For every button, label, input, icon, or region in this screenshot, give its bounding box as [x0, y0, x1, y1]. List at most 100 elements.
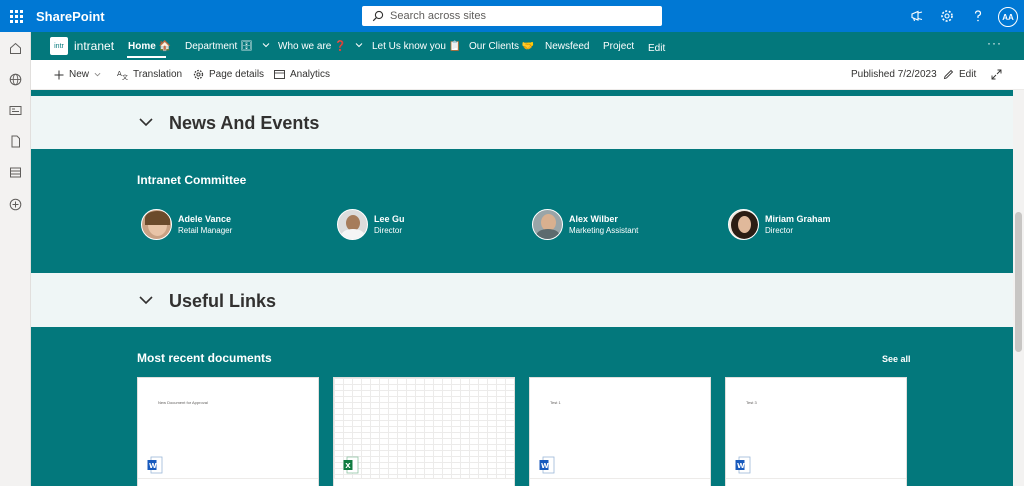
excel-file-icon: X: [343, 456, 359, 474]
search-icon: [372, 10, 384, 22]
app-bar: [0, 32, 31, 486]
committee-section: Intranet Committee Adele Vance Retail Ma…: [31, 149, 1013, 273]
megaphone-icon[interactable]: [909, 8, 925, 24]
file-icon[interactable]: [7, 133, 23, 149]
person-card[interactable]: Lee Gu Director: [337, 209, 405, 240]
collapsible-section-useful-links[interactable]: Useful Links: [31, 274, 1013, 327]
card-divider: [138, 478, 318, 479]
edit-page-button[interactable]: Edit: [943, 69, 976, 80]
document-card[interactable]: Test 1 W: [529, 377, 711, 486]
chevron-down-icon: [356, 43, 363, 48]
scrollbar[interactable]: [1013, 90, 1024, 486]
nav-item-let-us-know-you[interactable]: Let Us know you 📋: [372, 41, 461, 52]
chevron-down-icon[interactable]: [139, 118, 153, 127]
scrollbar-thumb[interactable]: [1015, 212, 1022, 352]
plus-icon: [54, 70, 64, 79]
document-card[interactable]: Test 3 W: [725, 377, 907, 486]
avatar: [728, 209, 759, 240]
person-card[interactable]: Miriam Graham Director: [728, 209, 831, 240]
avatar: [532, 209, 563, 240]
chevron-down-icon[interactable]: [139, 296, 153, 305]
person-title: Retail Manager: [178, 226, 233, 235]
person-name: Adele Vance: [178, 214, 232, 224]
edit-label: Edit: [959, 69, 977, 80]
avatar: [141, 209, 172, 240]
nav-item-who-we-are[interactable]: Who we are ❓: [278, 41, 363, 52]
chevron-down-icon: [94, 72, 101, 77]
person-card[interactable]: Adele Vance Retail Manager: [141, 209, 232, 240]
app-name[interactable]: SharePoint: [36, 9, 105, 24]
person-title: Director: [765, 226, 794, 235]
person-title: Marketing Assistant: [569, 226, 639, 235]
chevron-down-icon: [262, 43, 269, 48]
news-icon[interactable]: [7, 102, 23, 118]
page-content: News And Events Intranet Committee Adele…: [31, 90, 1013, 486]
document-card[interactable]: X: [333, 377, 515, 486]
card-divider: [530, 478, 710, 479]
person-name: Miriam Graham: [765, 214, 831, 224]
section-title: News And Events: [169, 113, 320, 133]
add-icon[interactable]: [7, 196, 23, 212]
home-icon[interactable]: [7, 40, 23, 56]
word-file-icon: W: [539, 456, 555, 474]
documents-section: Most recent documents See all New Docume…: [31, 327, 1013, 486]
nav-active-indicator: [127, 56, 166, 58]
word-file-icon: W: [735, 456, 751, 474]
svg-text:W: W: [149, 462, 157, 470]
section-title: Useful Links: [169, 291, 277, 311]
document-preview-text: Test 1: [550, 400, 561, 405]
person-title: Director: [374, 226, 403, 235]
document-card[interactable]: New Document for Approval W: [137, 377, 319, 486]
nav-item-label: Who we are ❓: [278, 41, 347, 52]
svg-text:文: 文: [122, 74, 128, 81]
search-box[interactable]: Search across sites: [362, 6, 662, 26]
nav-item-project[interactable]: Project: [603, 41, 634, 52]
nav-item-newsfeed[interactable]: Newsfeed: [545, 41, 589, 52]
collapsible-section-news-events[interactable]: News And Events: [31, 96, 1013, 149]
avatar: [337, 209, 368, 240]
suite-bar: SharePoint Search across sites AA: [0, 0, 1024, 32]
svg-text:W: W: [541, 462, 549, 470]
site-logo[interactable]: intr: [50, 37, 68, 55]
card-divider: [334, 478, 514, 479]
documents-title: Most recent documents: [137, 351, 272, 365]
translation-label: Translation: [133, 69, 183, 80]
analytics-label: Analytics: [290, 69, 331, 80]
new-button[interactable]: New: [54, 69, 106, 80]
list-icon[interactable]: [7, 164, 23, 180]
committee-title: Intranet Committee: [137, 173, 247, 187]
translation-button[interactable]: A文 Translation: [117, 69, 182, 80]
pencil-icon: [943, 69, 954, 80]
spreadsheet-preview: [334, 378, 514, 478]
nav-item-label: Department 🗄: [185, 41, 253, 52]
site-name[interactable]: intranet: [74, 39, 114, 53]
more-options-icon[interactable]: ···: [987, 36, 1002, 50]
nav-item-our-clients[interactable]: Our Clients 🤝: [469, 41, 534, 52]
nav-item-home[interactable]: Home 🏠: [128, 41, 171, 52]
analytics-icon: [274, 70, 285, 79]
globe-icon[interactable]: [7, 71, 23, 87]
command-bar: New A文 Translation Page details Analytic…: [31, 60, 1024, 90]
svg-text:X: X: [345, 462, 351, 470]
nav-item-department[interactable]: Department 🗄: [185, 41, 270, 52]
document-preview-text: Test 3: [746, 400, 757, 405]
app-launcher-button[interactable]: [0, 0, 32, 32]
person-name: Alex Wilber: [569, 214, 618, 224]
card-divider: [726, 478, 906, 479]
site-navigation: intr intranet Home 🏠 Department 🗄 Who we…: [31, 32, 1024, 60]
analytics-button[interactable]: Analytics: [274, 69, 330, 80]
translation-icon: A文: [117, 70, 128, 81]
published-status: Published 7/2/2023: [851, 69, 937, 80]
page-details-button[interactable]: Page details: [193, 69, 264, 80]
settings-gear-icon[interactable]: [939, 8, 955, 24]
gear-icon: [193, 69, 204, 80]
expand-icon[interactable]: [991, 69, 1007, 80]
see-all-link[interactable]: See all: [882, 354, 911, 364]
person-card[interactable]: Alex Wilber Marketing Assistant: [532, 209, 638, 240]
document-preview-text: New Document for Approval: [158, 400, 208, 405]
waffle-icon: [9, 9, 23, 23]
word-file-icon: W: [147, 456, 163, 474]
help-icon[interactable]: [970, 8, 986, 24]
user-avatar[interactable]: AA: [998, 7, 1018, 27]
nav-edit-link[interactable]: Edit: [648, 43, 665, 54]
